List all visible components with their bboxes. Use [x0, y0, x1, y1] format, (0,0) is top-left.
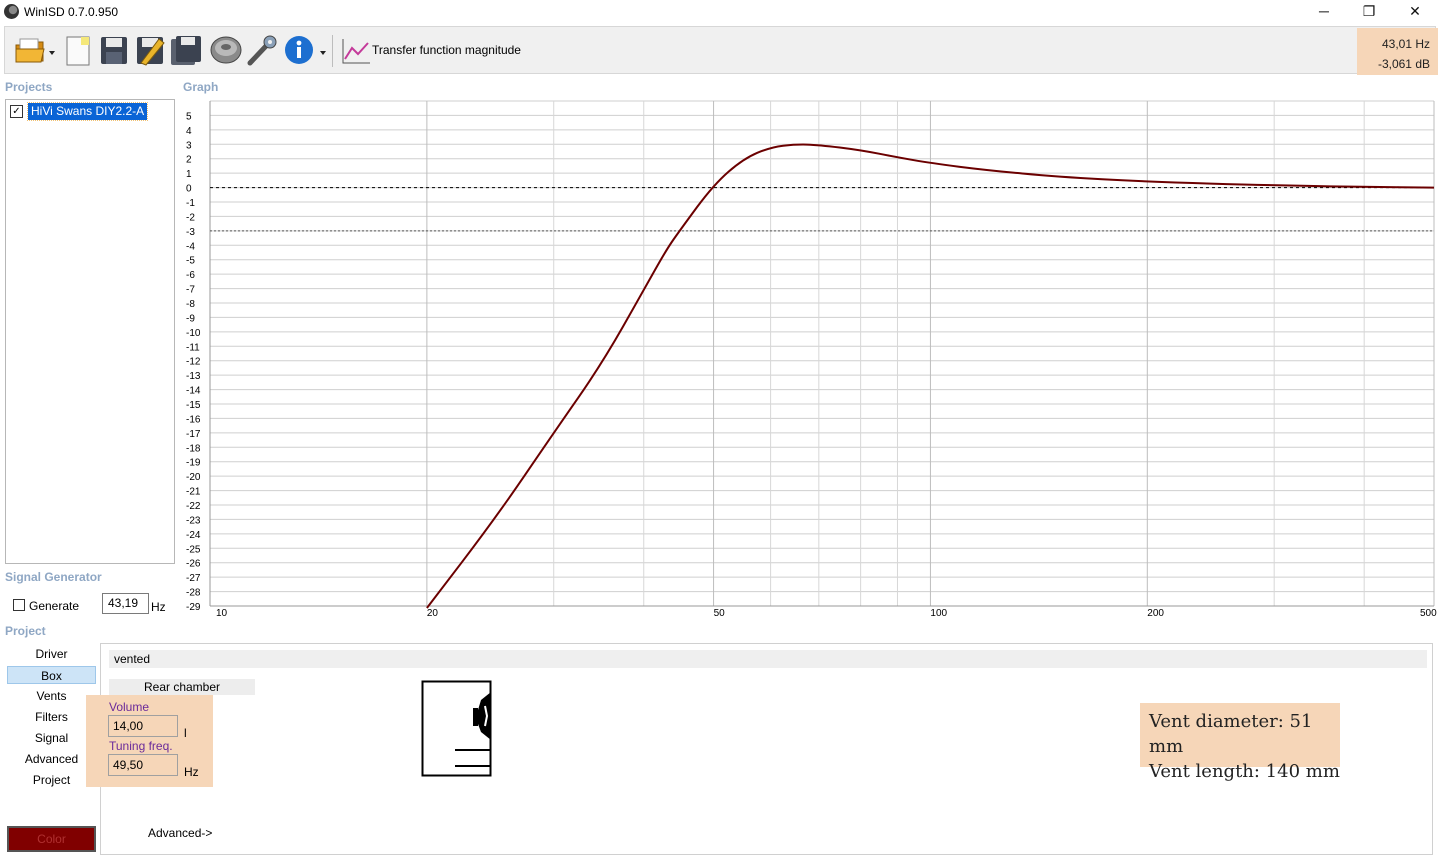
generate-label: Generate	[29, 599, 80, 613]
y-tick-label: -18	[186, 443, 201, 454]
y-tick-label: 5	[186, 111, 192, 122]
generator-frequency-input[interactable]: 43,19	[102, 593, 149, 614]
save-as-icon[interactable]	[133, 33, 167, 67]
projects-header: Projects	[5, 80, 53, 94]
graph-header: Graph	[183, 80, 219, 94]
box-type-select[interactable]: vented	[109, 650, 1427, 668]
tuning-frequency-unit: Hz	[184, 765, 199, 779]
graph-type-label[interactable]: Transfer function magnitude	[372, 43, 521, 57]
x-tick-label: 200	[1147, 608, 1164, 619]
vent-length-text: Vent length: 140 mm	[1149, 761, 1340, 782]
y-tick-label: -29	[186, 602, 201, 613]
new-document-icon[interactable]	[61, 33, 95, 67]
color-button[interactable]: Color	[7, 826, 96, 852]
toolbar-separator	[332, 35, 333, 67]
toolbar: Transfer function magnitude	[4, 26, 1436, 74]
generator-frequency-unit: Hz	[151, 600, 166, 614]
save-icon[interactable]	[97, 33, 131, 67]
minimize-button[interactable]: ─	[1301, 0, 1347, 22]
window-title: WinISD 0.7.0.950	[24, 5, 119, 19]
y-tick-label: 4	[186, 126, 192, 137]
y-tick-label: -1	[186, 198, 195, 209]
rear-chamber-tab[interactable]: Rear chamber	[109, 679, 255, 695]
tuning-frequency-label: Tuning freq.	[109, 739, 173, 753]
y-tick-label: -25	[186, 544, 201, 555]
y-tick-label: -4	[186, 241, 195, 252]
restore-button[interactable]: ❐	[1346, 0, 1392, 22]
x-tick-label: 10	[216, 608, 228, 619]
nav-signal[interactable]: Signal	[7, 729, 96, 747]
y-tick-label: -5	[186, 256, 195, 267]
x-tick-label: 50	[714, 608, 726, 619]
y-tick-label: -28	[186, 588, 201, 599]
nav-vents[interactable]: Vents	[7, 687, 96, 705]
nav-box[interactable]: Box	[7, 666, 96, 684]
y-tick-label: -6	[186, 270, 195, 281]
y-tick-labels: 5 4 3 2 1 0 -1 -2 -3 -4 -5 -6 -7 -8 -9 -10 -11 -12 -13 -14 -…	[186, 111, 201, 613]
nav-advanced[interactable]: Advanced	[7, 750, 96, 768]
y-tick-label: -17	[186, 429, 201, 440]
x-tick-label: 100	[930, 608, 947, 619]
y-tick-label: 2	[186, 155, 192, 166]
volume-unit: l	[184, 726, 187, 740]
plot-area	[210, 101, 1434, 606]
y-tick-label: -15	[186, 400, 201, 411]
y-tick-label: -2	[186, 212, 195, 223]
title-bar: WinISD 0.7.0.950 ─ ❐ ✕	[0, 0, 1440, 24]
close-button[interactable]: ✕	[1392, 0, 1438, 22]
x-tick-label: 500	[1420, 608, 1437, 619]
volume-label: Volume	[109, 700, 150, 714]
y-tick-label: -12	[186, 357, 201, 368]
y-tick-label: -19	[186, 458, 201, 469]
generate-checkbox[interactable]	[13, 599, 25, 611]
projects-list: ✓ HiVi Swans DIY2.2-A	[5, 99, 175, 564]
y-tick-label: -21	[186, 487, 201, 498]
info-icon[interactable]	[283, 33, 329, 67]
y-tick-label: 3	[186, 140, 192, 151]
graph-panel[interactable]: 5 4 3 2 1 0 -1 -2 -3 -4 -5 -6 -7 -8 -9 -10 -11 -12 -13 -14-…	[180, 98, 1438, 623]
tuning-frequency-input[interactable]: 49,50	[108, 754, 178, 776]
y-tick-label: -13	[186, 371, 201, 382]
tools-icon[interactable]	[245, 33, 279, 67]
project-visible-checkbox[interactable]: ✓	[10, 105, 23, 118]
open-folder-icon[interactable]	[13, 33, 57, 67]
y-tick-label: -27	[186, 573, 201, 584]
y-tick-label: -22	[186, 501, 201, 512]
y-tick-label: -8	[186, 299, 195, 310]
y-tick-label: -11	[186, 342, 200, 353]
nav-filters[interactable]: Filters	[7, 708, 96, 726]
y-tick-label: -16	[186, 414, 201, 425]
response-chart[interactable]: 543210-1-2-3-4-5-6-7-8-9-10-11-12-13-14-…	[180, 98, 1438, 623]
readout-frequency: 43,01 Hz	[1381, 37, 1430, 51]
x-tick-label: 20	[427, 608, 439, 619]
signal-generator-header: Signal Generator	[5, 570, 102, 584]
project-section-header: Project	[5, 624, 46, 638]
nav-project[interactable]: Project	[7, 771, 96, 789]
vent-annotation: Vent diameter: 51 mm Vent length: 140 mm	[1140, 703, 1340, 782]
box-diagram	[421, 680, 492, 777]
y-tick-label: -7	[186, 285, 195, 296]
nav-driver[interactable]: Driver	[7, 645, 96, 663]
y-tick-label: -10	[186, 328, 201, 339]
y-tick-label: 0	[186, 184, 192, 195]
readout-level: -3,061 dB	[1377, 57, 1430, 71]
y-tick-label: -9	[186, 313, 195, 324]
driver-icon[interactable]	[209, 33, 243, 67]
y-tick-label: -20	[186, 472, 201, 483]
advanced-link[interactable]: Advanced->	[148, 826, 212, 840]
y-tick-label: 1	[186, 169, 192, 180]
project-item[interactable]: HiVi Swans DIY2.2-A	[26, 102, 149, 121]
save-all-icon[interactable]	[169, 33, 203, 67]
graph-type-icon[interactable]	[339, 33, 373, 67]
cursor-readout: 43,01 Hz -3,061 dB	[1357, 28, 1438, 75]
y-tick-label: -26	[186, 559, 201, 570]
app-logo-icon	[4, 4, 19, 19]
y-tick-label: -24	[186, 530, 201, 541]
x-tick-labels: 10 20 50 100 200 500	[216, 608, 1437, 619]
vent-diameter-text: Vent diameter: 51 mm	[1149, 711, 1313, 757]
volume-input[interactable]: 14,00	[108, 715, 178, 737]
y-tick-label: -23	[186, 515, 201, 526]
y-tick-label: -14	[186, 386, 201, 397]
y-tick-label: -3	[186, 227, 195, 238]
